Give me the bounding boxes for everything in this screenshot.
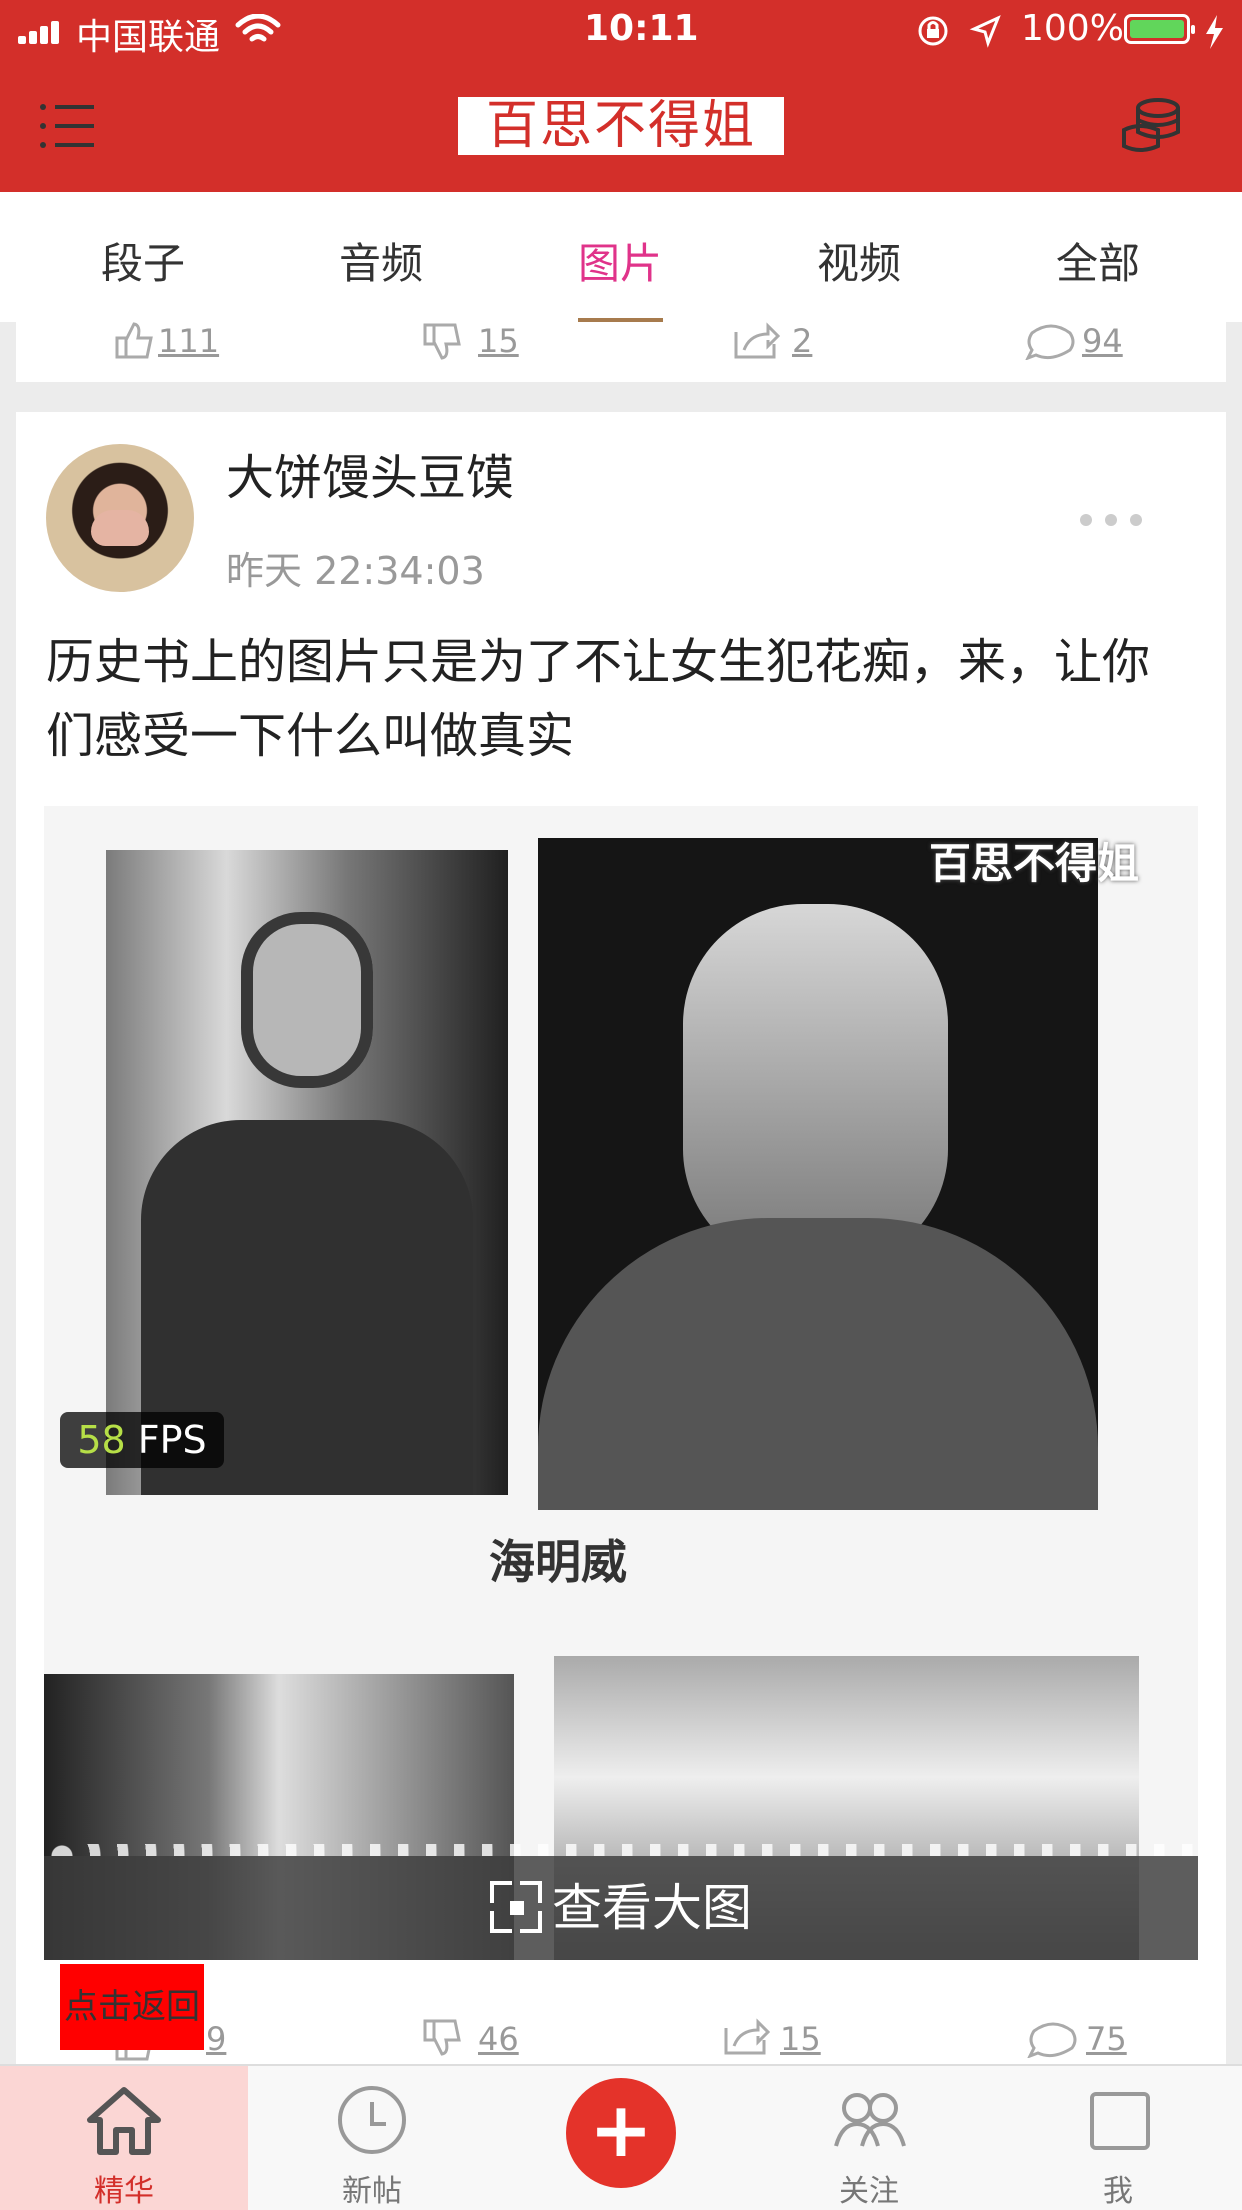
image-caption: 海明威 <box>489 1535 627 1589</box>
post-time: 昨天 22:34:03 <box>226 549 485 593</box>
location-icon <box>969 15 1001 48</box>
tab-audio[interactable]: 音频 <box>306 230 456 291</box>
nav-featured-label: 精华 <box>94 2174 154 2209</box>
nav-follow[interactable]: 关注 <box>745 2066 993 2210</box>
thumbs-up-icon[interactable] <box>114 322 156 360</box>
fps-unit: FPS <box>137 1418 207 1462</box>
nav-new-posts[interactable]: 新帖 <box>248 2066 496 2210</box>
nav-me[interactable]: 我 <box>994 2066 1242 2210</box>
status-bar: 中国联通 10:11 100% <box>0 0 1242 64</box>
prev-dislike-count[interactable]: 15 <box>478 322 519 360</box>
fps-value: 58 <box>77 1418 126 1462</box>
orientation-lock-icon <box>918 16 948 46</box>
battery-percent: 100% <box>1021 8 1124 49</box>
old-portrait-image <box>538 838 1098 1510</box>
app-logo: 百思不得姐 <box>458 97 784 155</box>
home-icon <box>87 2087 161 2155</box>
back-button[interactable]: 点击返回 <box>60 1964 204 2050</box>
comment-icon[interactable] <box>1026 2020 1080 2058</box>
signal-icon <box>18 18 68 44</box>
wifi-icon <box>235 14 281 42</box>
bottom-navigation: 精华 新帖 + 关注 我 <box>0 2064 1242 2210</box>
nav-featured[interactable]: 精华 <box>0 2066 248 2210</box>
category-tabs: 段子 音频 图片 视频 全部 <box>0 192 1242 323</box>
nav-me-label: 我 <box>1103 2174 1133 2209</box>
prev-comment-count[interactable]: 94 <box>1082 322 1123 360</box>
prev-like-count[interactable]: 111 <box>158 322 219 360</box>
tab-all[interactable]: 全部 <box>1023 230 1173 291</box>
avatar[interactable] <box>46 444 194 592</box>
nav-follow-label: 关注 <box>839 2174 899 2209</box>
comment-icon[interactable] <box>1024 322 1078 360</box>
post-image[interactable]: 百思不得姐 海明威 58 FPS 查看大图 <box>44 806 1198 1960</box>
people-icon <box>834 2093 906 2147</box>
view-large-image-button[interactable]: 查看大图 <box>44 1844 1198 1960</box>
fps-counter: 58 FPS <box>60 1412 224 1468</box>
prev-share-count[interactable]: 2 <box>792 322 812 360</box>
carrier-label: 中国联通 <box>76 17 221 58</box>
coins-icon[interactable] <box>1120 98 1182 156</box>
like-count[interactable]: 9 <box>206 2020 226 2058</box>
share-icon[interactable] <box>722 2018 770 2056</box>
image-watermark: 百思不得姐 <box>929 839 1140 888</box>
menu-icon[interactable] <box>40 104 94 148</box>
tab-video[interactable]: 视频 <box>784 230 934 291</box>
nav-new-posts-label: 新帖 <box>342 2174 402 2209</box>
more-options-icon[interactable] <box>1080 514 1144 526</box>
post-text: 历史书上的图片只是为了不让女生犯花痴，来，让你们感受一下什么叫做真实 <box>46 634 1151 764</box>
thumbs-down-icon[interactable] <box>422 2018 464 2056</box>
battery-icon <box>1124 14 1195 44</box>
tab-duanzi[interactable]: 段子 <box>68 230 218 291</box>
previous-post-footer: 111 15 2 94 <box>16 322 1226 382</box>
share-count[interactable]: 15 <box>780 2020 821 2058</box>
tab-pictures[interactable]: 图片 <box>545 230 695 291</box>
profile-heart-icon <box>1090 2092 1150 2150</box>
dislike-count[interactable]: 46 <box>478 2020 519 2058</box>
publish-button[interactable]: + <box>566 2078 676 2188</box>
app-header: 中国联通 10:11 100% 百思不得姐 <box>0 0 1242 192</box>
young-portrait-image <box>106 850 508 1495</box>
comment-count[interactable]: 75 <box>1086 2020 1127 2058</box>
author-name[interactable]: 大饼馒头豆馍 <box>226 438 514 508</box>
expand-icon <box>490 1881 542 1933</box>
share-icon[interactable] <box>732 322 780 360</box>
clock-icon <box>338 2086 406 2154</box>
view-large-label: 查看大图 <box>552 1879 752 1937</box>
thumbs-down-icon[interactable] <box>422 322 464 360</box>
charging-icon <box>1206 15 1223 49</box>
status-time: 10:11 <box>584 8 699 49</box>
